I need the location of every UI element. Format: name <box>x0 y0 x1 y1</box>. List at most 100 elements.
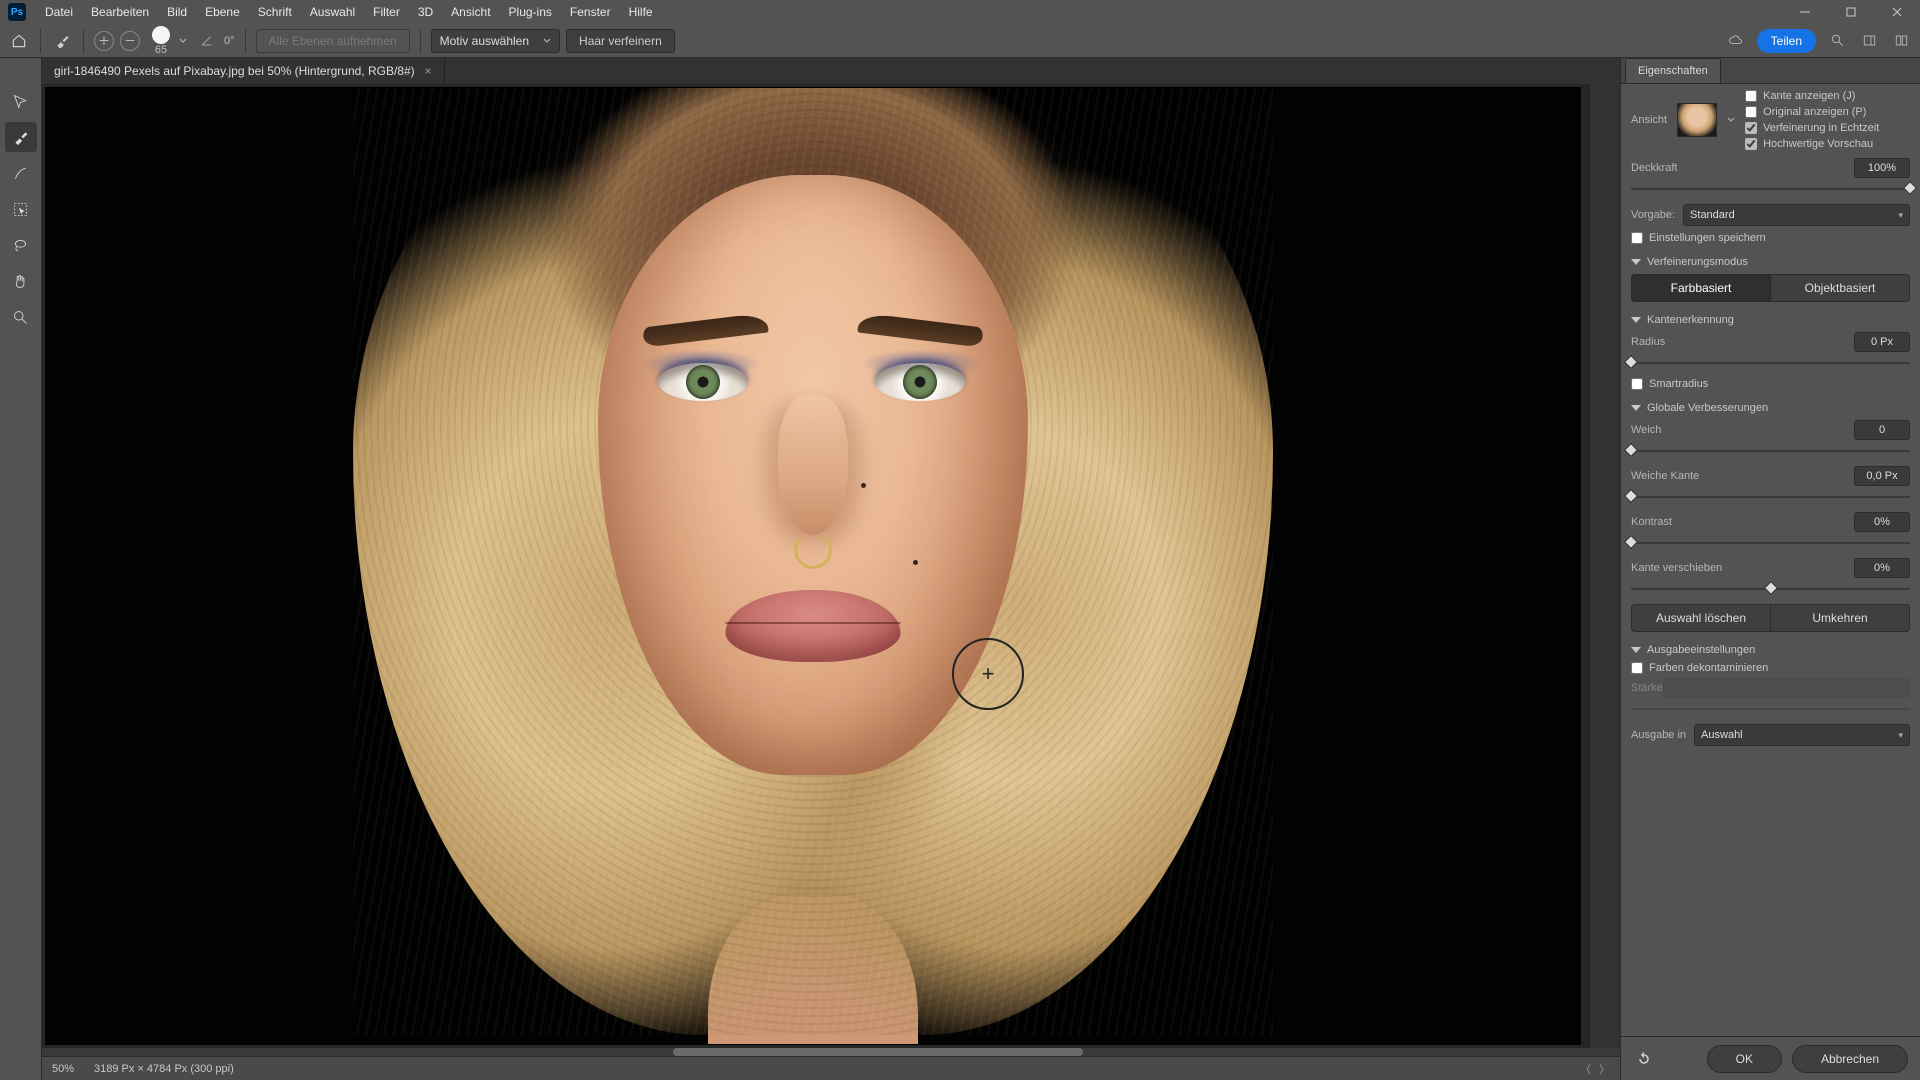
window-maximize[interactable] <box>1828 0 1874 24</box>
menu-ansicht[interactable]: Ansicht <box>442 0 499 24</box>
subtract-from-selection-icon[interactable]: － <box>120 31 140 51</box>
check-show-original[interactable]: Original anzeigen (P) <box>1745 106 1879 118</box>
add-to-selection-icon[interactable]: ＋ <box>94 31 114 51</box>
angle-value[interactable]: 0° <box>224 35 235 47</box>
status-bar: 50% 3189 Px × 4784 Px (300 ppi) 〈 〉 <box>42 1056 1620 1080</box>
shift-edge-label: Kante verschieben <box>1631 562 1722 574</box>
scrollbar-thumb[interactable] <box>673 1048 1083 1056</box>
workspace-switch-icon[interactable] <box>1890 30 1912 52</box>
status-zoom[interactable]: 50% <box>52 1063 74 1075</box>
separator <box>420 29 421 53</box>
workspace-default-icon[interactable] <box>1858 30 1880 52</box>
smooth-value[interactable]: 0 <box>1854 420 1910 440</box>
brush-preset-dropdown[interactable] <box>176 37 190 45</box>
status-dimensions: 3189 Px × 4784 Px (300 ppi) <box>94 1063 234 1075</box>
brush-tool[interactable] <box>5 158 37 188</box>
refine-mode-segment: Farbbasiert Objektbasiert <box>1631 274 1910 302</box>
canvas-area <box>42 84 1590 1048</box>
view-thumbnail[interactable] <box>1677 103 1717 137</box>
quick-select-tool[interactable] <box>5 86 37 116</box>
section-output[interactable]: Ausgabeeinstellungen <box>1631 644 1910 656</box>
image-content <box>323 88 1303 1044</box>
menu-datei[interactable]: Datei <box>36 0 82 24</box>
check-save-settings[interactable]: Einstellungen speichern <box>1631 232 1910 244</box>
menu-bar: Ps Datei Bearbeiten Bild Ebene Schrift A… <box>0 0 1920 24</box>
section-global[interactable]: Globale Verbesserungen <box>1631 402 1910 414</box>
brush-size-value: 65 <box>155 44 167 56</box>
menu-bearbeiten[interactable]: Bearbeiten <box>82 0 158 24</box>
document-canvas[interactable] <box>46 88 1580 1044</box>
check-hq-preview[interactable]: Hochwertige Vorschau <box>1745 138 1879 150</box>
view-thumbnail-image <box>1677 103 1717 137</box>
menu-hilfe[interactable]: Hilfe <box>620 0 662 24</box>
menu-auswahl[interactable]: Auswahl <box>301 0 364 24</box>
ok-button[interactable]: OK <box>1707 1045 1782 1073</box>
brush-preset[interactable]: 65 <box>152 26 170 56</box>
radius-slider[interactable] <box>1631 356 1910 370</box>
check-decontaminate[interactable]: Farben dekontaminieren <box>1631 662 1910 674</box>
shift-edge-slider[interactable] <box>1631 582 1910 596</box>
cloud-docs-icon[interactable] <box>1725 30 1747 52</box>
window-minimize[interactable] <box>1782 0 1828 24</box>
section-refine-mode[interactable]: Verfeinerungsmodus <box>1631 256 1910 268</box>
view-label: Ansicht <box>1631 114 1667 126</box>
contrast-slider[interactable] <box>1631 536 1910 550</box>
window-close[interactable] <box>1874 0 1920 24</box>
output-to-label: Ausgabe in <box>1631 729 1686 741</box>
check-smart-radius[interactable]: Smartradius <box>1631 378 1910 390</box>
lasso-tool[interactable] <box>5 230 37 260</box>
radius-value[interactable]: 0 Px <box>1854 332 1910 352</box>
shift-edge-value[interactable]: 0% <box>1854 558 1910 578</box>
cancel-button[interactable]: Abbrechen <box>1792 1045 1908 1073</box>
menu-schrift[interactable]: Schrift <box>249 0 301 24</box>
section-edge-detect[interactable]: Kantenerkennung <box>1631 314 1910 326</box>
menu-fenster[interactable]: Fenster <box>561 0 620 24</box>
sample-all-layers: Alle Ebenen aufnehmen <box>256 29 410 53</box>
search-icon[interactable] <box>1826 30 1848 52</box>
feather-slider[interactable] <box>1631 490 1910 504</box>
reset-button[interactable] <box>1633 1048 1655 1070</box>
select-subject-button[interactable]: Motiv auswählen <box>431 29 560 53</box>
mode-color-button[interactable]: Farbbasiert <box>1631 274 1771 302</box>
menu-plugins[interactable]: Plug-ins <box>500 0 561 24</box>
check-realtime-refine[interactable]: Verfeinerung in Echtzeit <box>1745 122 1879 134</box>
preset-select[interactable]: Standard▾ <box>1683 204 1910 226</box>
contrast-value[interactable]: 0% <box>1854 512 1910 532</box>
radius-label: Radius <box>1631 336 1665 348</box>
nav-prev-icon[interactable]: 〈 <box>1580 1061 1591 1077</box>
mode-object-button[interactable]: Objektbasiert <box>1771 274 1910 302</box>
horizontal-scrollbar[interactable] <box>42 1048 1620 1056</box>
separator <box>83 29 84 53</box>
refine-hair-button[interactable]: Haar verfeinern <box>566 29 675 53</box>
strength-value <box>1663 678 1910 698</box>
clear-selection-button[interactable]: Auswahl löschen <box>1631 604 1771 632</box>
refine-brush-icon[interactable] <box>51 30 73 52</box>
document-tab-title: girl-1846490 Pexels auf Pixabay.jpg bei … <box>54 64 415 78</box>
document-tab[interactable]: girl-1846490 Pexels auf Pixabay.jpg bei … <box>42 58 445 84</box>
output-to-select[interactable]: Auswahl▾ <box>1694 724 1910 746</box>
check-show-edge[interactable]: Kante anzeigen (J) <box>1745 90 1879 102</box>
menu-ebene[interactable]: Ebene <box>196 0 249 24</box>
menu-bild[interactable]: Bild <box>158 0 196 24</box>
chevron-down-icon[interactable] <box>1727 116 1735 124</box>
opacity-value[interactable]: 100% <box>1854 158 1910 178</box>
object-select-tool[interactable] <box>5 194 37 224</box>
nav-next-icon[interactable]: 〉 <box>1599 1061 1610 1077</box>
zoom-tool[interactable] <box>5 302 37 332</box>
app-badge: Ps <box>8 3 26 21</box>
feather-value[interactable]: 0,0 Px <box>1854 466 1910 486</box>
hand-tool[interactable] <box>5 266 37 296</box>
close-tab-icon[interactable]: × <box>425 64 432 78</box>
home-button[interactable] <box>8 30 30 52</box>
status-nav: 〈 〉 <box>1580 1061 1610 1077</box>
strength-label: Stärke <box>1631 682 1663 694</box>
opacity-slider[interactable] <box>1631 182 1910 196</box>
menu-filter[interactable]: Filter <box>364 0 409 24</box>
panel-tab-properties[interactable]: Eigenschaften <box>1625 58 1721 83</box>
share-button[interactable]: Teilen <box>1757 29 1816 53</box>
angle-icon[interactable] <box>196 30 218 52</box>
refine-edge-brush-tool[interactable] <box>5 122 37 152</box>
smooth-slider[interactable] <box>1631 444 1910 458</box>
invert-selection-button[interactable]: Umkehren <box>1771 604 1910 632</box>
menu-3d[interactable]: 3D <box>409 0 442 24</box>
